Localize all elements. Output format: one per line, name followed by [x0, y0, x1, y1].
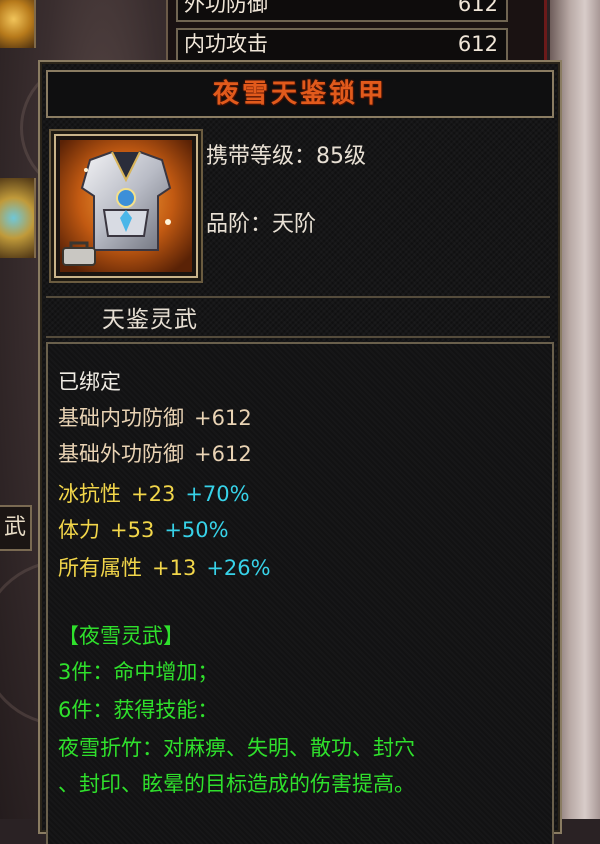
- bound-status: 已绑定: [58, 370, 121, 394]
- stat-percent: +26%: [206, 556, 271, 580]
- set-bonus-line: 3件：命中增加；: [58, 660, 219, 684]
- base-stat-row: 基础外功防御 +612: [58, 438, 252, 468]
- bonus-stat-row: 所有属性 +13 +26%: [58, 552, 271, 582]
- item-name-title: 夜雪天鉴锁甲: [46, 70, 554, 118]
- equipment-slot-icon[interactable]: [0, 178, 36, 258]
- item-icon-slot: [54, 134, 198, 278]
- stat-value: +23: [131, 482, 176, 506]
- stat-percent: +50%: [164, 518, 229, 542]
- stat-value: 612: [457, 0, 498, 16]
- bind-lock-icon: [62, 241, 96, 266]
- stat-label: 内功攻击: [184, 32, 268, 56]
- stat-row: 外功防御 612: [176, 0, 508, 22]
- set-name-label: 天鉴灵武: [102, 307, 198, 333]
- stat-value: 612: [457, 32, 498, 56]
- stat-name: 所有属性: [58, 556, 142, 580]
- side-tab[interactable]: 武: [0, 505, 32, 551]
- stat-label: 外功防御: [184, 0, 268, 16]
- stat-value: +53: [110, 518, 155, 542]
- set-bonus-line: 夜雪折竹：对麻痹、失明、散功、封穴: [58, 736, 415, 760]
- stat-name: 体力: [58, 518, 100, 542]
- grade-label: 品阶：天阶: [206, 212, 317, 237]
- base-stat-row: 基础内功防御 +612: [58, 402, 252, 432]
- stat-name: 基础外功防御: [58, 442, 184, 466]
- carry-level-label: 携带等级：85级: [206, 144, 366, 169]
- stat-percent: +70%: [185, 482, 250, 506]
- set-bonus-title: 【夜雪灵武】: [58, 624, 184, 648]
- set-bonus-line: 6件：获得技能：: [58, 698, 219, 722]
- stat-name: 冰抗性: [58, 482, 121, 506]
- item-tooltip: 夜雪天鉴锁甲 携带等级：85级 品阶：天阶 天鉴灵武 已绑定 基础内功防御 +6…: [38, 60, 562, 844]
- divider: [46, 336, 550, 338]
- divider: [46, 296, 550, 298]
- stat-name: 基础内功防御: [58, 406, 184, 430]
- bonus-stat-row: 冰抗性 +23 +70%: [58, 478, 250, 508]
- stat-value: +612: [194, 406, 252, 430]
- item-info-box: 携带等级：85级 品阶：天阶: [46, 124, 550, 292]
- equipment-slot-icon[interactable]: [0, 0, 36, 48]
- stat-row: 内功攻击 612: [176, 28, 508, 62]
- stat-value: +13: [152, 556, 197, 580]
- item-properties: 已绑定 基础内功防御 +612 基础外功防御 +612 冰抗性 +23 +70% 体力 +…: [46, 342, 554, 844]
- stat-value: +612: [194, 442, 252, 466]
- bonus-stat-row: 体力 +53 +50%: [58, 514, 229, 544]
- set-bonus-line: 、封印、眩晕的目标造成的伤害提高。: [58, 772, 415, 796]
